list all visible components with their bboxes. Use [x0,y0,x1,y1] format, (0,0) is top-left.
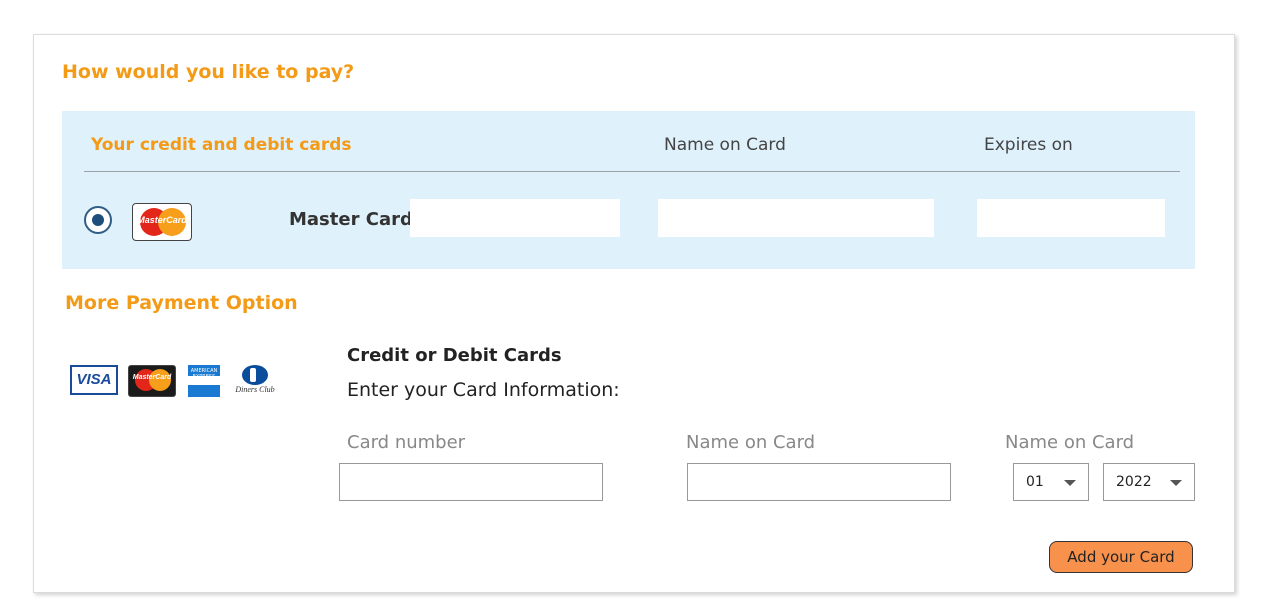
expiry-year-select[interactable]: 2022 [1103,463,1195,501]
add-card-button[interactable]: Add your Card [1049,541,1193,573]
saved-card-name-field[interactable] [658,199,934,237]
saved-cards-section: Your credit and debit cards Name on Card… [62,111,1195,269]
visa-logo-icon: VISA [70,365,118,395]
chevron-down-icon [1170,480,1182,486]
diners-club-logo-icon: Diners Club [230,365,280,397]
card-section-subtitle: Enter your Card Information: [347,379,620,401]
card-radio-selected-icon[interactable] [84,206,112,234]
more-payment-title: More Payment Option [65,292,298,314]
saved-card-label: Master Card [289,209,413,230]
amex-logo-icon: AMERICAN EXPRESS [188,365,220,397]
mastercard-logo-icon: MasterCard [132,203,192,241]
card-logos: VISA MasterCard AMERICAN EXPRESS Diners … [70,365,280,399]
name-on-card-label: Name on Card [686,432,816,453]
saved-card-expiry-field[interactable] [977,199,1165,237]
expiry-month-select[interactable]: 01 [1013,463,1089,501]
payment-panel: How would you like to pay? Your credit a… [33,34,1235,593]
name-on-card-header: Name on Card [664,135,786,155]
page-title: How would you like to pay? [62,61,355,83]
mastercard-small-logo-icon: MasterCard [128,365,176,397]
card-section-title: Credit or Debit Cards [347,345,562,366]
expires-on-header: Expires on [984,135,1073,155]
header-divider [84,171,1180,172]
card-number-input[interactable] [339,463,603,501]
chevron-down-icon [1064,480,1076,486]
card-number-label: Card number [347,432,466,453]
year-value: 2022 [1116,474,1152,490]
month-value: 01 [1026,474,1044,490]
saved-cards-header: Your credit and debit cards [91,135,352,155]
saved-card-number-field[interactable] [410,199,620,237]
name-on-card-input[interactable] [687,463,951,501]
expiry-label: Name on Card [1005,432,1135,453]
